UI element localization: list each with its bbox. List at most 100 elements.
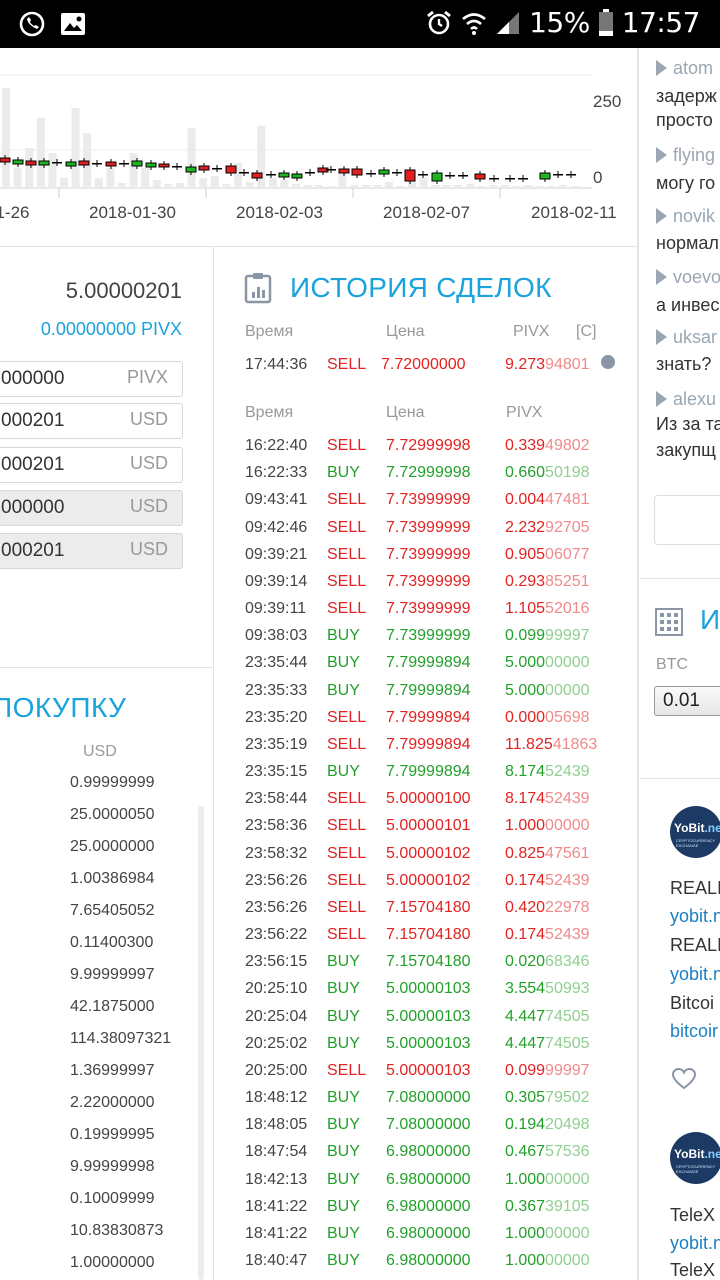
trade-history-title: ИСТОРИЯ СДЕЛОК (290, 272, 552, 303)
feed-post-link[interactable]: yobit.n (670, 906, 720, 927)
volume-bar (164, 184, 173, 188)
volume-bar (350, 185, 358, 188)
chat-message-text: могу го (656, 173, 716, 193)
volume-bar (570, 186, 579, 188)
price-chart[interactable]: 250 0 01-26 2018-01-30 2018-02-03 2018-0… (0, 48, 637, 246)
trade-type: SELL (327, 491, 367, 509)
trade-type: SELL (327, 600, 367, 618)
trade-type: SELL (327, 437, 367, 454)
volume-bar (187, 128, 196, 188)
calculator-value: 0.01 (663, 690, 700, 711)
chat-input[interactable] (654, 495, 720, 545)
trade-amount: 8.17452439 (505, 790, 590, 808)
buy-order-value[interactable]: 1.36999997 (70, 1060, 171, 1092)
trade-amount: 0.29385251 (505, 572, 590, 590)
price-input[interactable]: 000201 USD (0, 403, 183, 439)
volume-bar (442, 185, 451, 188)
buy-order-value[interactable]: 10.83830873 (70, 1220, 171, 1252)
trade-amount: 0.02068346 (505, 953, 590, 971)
total-input[interactable]: 000201 USD (0, 447, 183, 483)
calculator-btc-input[interactable]: 0.01 (654, 686, 720, 716)
buy-order-value[interactable]: 0.99999999 (70, 772, 171, 804)
chart-bottom-divider (0, 246, 637, 247)
candle-body (378, 169, 390, 175)
chat-username[interactable]: alexu (656, 389, 716, 410)
chat-username[interactable]: voevo (656, 267, 720, 288)
trade-price: 7.79999894 (386, 763, 471, 781)
volume-bar (210, 176, 219, 188)
volume-bar (257, 126, 266, 188)
chat-message-text: знать? (656, 354, 712, 374)
trade-price: 7.79999894 (386, 681, 471, 699)
volume-bar (535, 186, 544, 188)
feed-post-link[interactable]: bitcoir (670, 1021, 718, 1042)
buy-order-value[interactable]: 0.19999995 (70, 1124, 171, 1156)
col-header-price: Цена (386, 404, 425, 421)
buy-order-value[interactable]: 25.0000050 (70, 804, 171, 836)
trade-price: 7.73999999 (386, 545, 471, 563)
col-header-amount: PIVX (506, 404, 543, 421)
chart-clipboard-icon (244, 273, 272, 304)
avatar-logo-text: YoBit.net (674, 1147, 720, 1161)
feed-post-link[interactable]: yobit.n (670, 1233, 720, 1254)
buy-order-value[interactable]: 1.00386984 (70, 868, 171, 900)
buy-order-value[interactable]: 9.99999997 (70, 964, 171, 996)
heart-icon[interactable] (672, 1068, 696, 1090)
buy-order-value[interactable]: 42.1875000 (70, 996, 171, 1028)
trade-type: SELL (327, 356, 367, 373)
total-with-fee-field: 000201 USD (0, 533, 183, 569)
buy-order-value[interactable]: 1.00000000 (70, 1252, 171, 1280)
trade-amount: 5.00000000 (505, 654, 590, 672)
volume-bar (94, 178, 103, 188)
trade-time: 23:56:15 (245, 953, 308, 971)
col-header-price: Цена (386, 323, 425, 340)
chat-username[interactable]: flying (656, 145, 715, 166)
trade-time: 23:58:36 (245, 817, 308, 835)
candle-body (185, 166, 197, 173)
yobit-avatar[interactable]: YoBit.net CRYPTOCURRENCY EXCHANGE (670, 806, 720, 858)
buy-orders-scrollbar[interactable] (198, 806, 204, 1280)
whatsapp-icon (19, 11, 45, 37)
volume-bar (489, 185, 498, 188)
gallery-icon (61, 13, 85, 35)
yobit-avatar[interactable]: YoBit.net CRYPTOCURRENCY EXCHANGE (670, 1132, 720, 1184)
candle-body (198, 165, 210, 171)
trade-amount: 1.00000000 (505, 1170, 590, 1188)
buy-order-value[interactable]: 0.10009999 (70, 1188, 171, 1220)
buy-order-value[interactable]: 0.11400300 (70, 932, 171, 964)
candle-body (78, 160, 90, 166)
input-unit: USD (129, 496, 168, 516)
buy-order-value[interactable]: 25.0000000 (70, 836, 171, 868)
amount-input[interactable]: 000000 PIVX (0, 361, 183, 397)
buy-order-value[interactable]: 7.65405052 (70, 900, 171, 932)
chat-username[interactable]: novik (656, 206, 715, 227)
volume-bar (245, 182, 254, 188)
y-axis-label-250: 250 (593, 92, 622, 111)
feed-post-text: TeleX (670, 1205, 716, 1225)
col-header-time: Время (245, 323, 294, 340)
input-value: 000201 (1, 410, 65, 431)
input-unit: USD (129, 409, 168, 429)
trade-time: 20:25:04 (245, 1007, 308, 1025)
x-axis-label: 2018-02-03 (236, 203, 323, 222)
cancel-order-icon[interactable] (601, 355, 615, 369)
trade-amount: 1.00000000 (505, 1224, 590, 1242)
feed-post-link[interactable]: yobit.n (670, 964, 720, 985)
volume-bar (129, 153, 138, 188)
chat-username[interactable]: uksar (656, 327, 717, 348)
trade-time: 23:56:26 (245, 898, 308, 916)
buy-order-value[interactable]: 114.38097321 (70, 1028, 171, 1060)
buy-order-value[interactable]: 9.99999998 (70, 1156, 171, 1188)
input-unit: USD (129, 453, 168, 473)
trade-time: 18:48:05 (245, 1116, 308, 1134)
trade-type: BUY (327, 1170, 360, 1188)
buy-order-value[interactable]: 2.22000000 (70, 1092, 171, 1124)
candle-body (431, 172, 443, 182)
chat-username[interactable]: atom (656, 58, 713, 79)
trade-amount: 1.00000000 (505, 817, 590, 835)
candle-body (251, 172, 263, 179)
trade-price: 7.73999999 (386, 600, 471, 618)
trade-amount: 0.46757536 (505, 1143, 590, 1161)
trade-type: SELL (327, 518, 367, 536)
balance-pivx[interactable]: 0.00000000 PIVX (41, 319, 182, 340)
